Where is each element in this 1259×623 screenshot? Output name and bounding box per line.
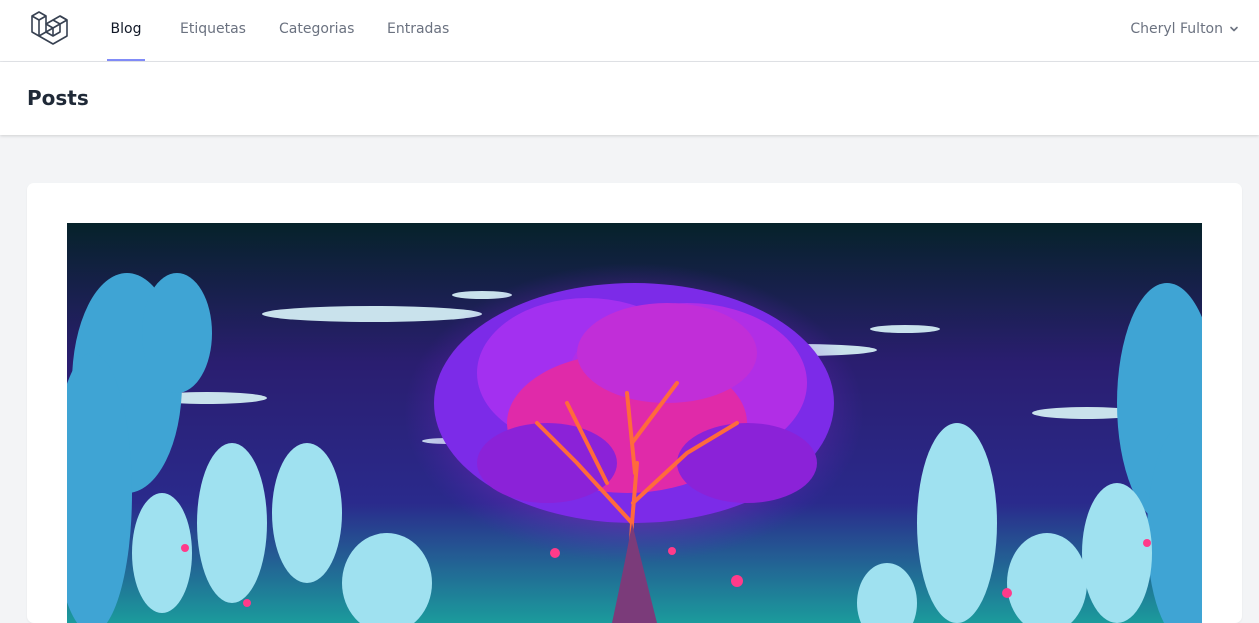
top-navbar: Blog Etiquetas Categorias Entradas Chery… [0, 0, 1259, 62]
chevron-down-icon [1230, 26, 1238, 32]
nav-link-entradas[interactable]: Entradas [387, 0, 449, 61]
page-header: Posts [0, 62, 1259, 135]
page-title: Posts [27, 86, 89, 110]
post-featured-image[interactable] [67, 223, 1202, 623]
post-card [27, 183, 1242, 623]
user-name: Cheryl Fulton [1130, 20, 1223, 37]
nav-link-etiquetas[interactable]: Etiquetas [180, 0, 246, 61]
laravel-logo-icon[interactable] [29, 10, 69, 50]
nav-link-categorias[interactable]: Categorias [279, 0, 354, 61]
user-menu-button[interactable]: Cheryl Fulton [1130, 0, 1239, 58]
nav-link-blog[interactable]: Blog [107, 0, 145, 61]
